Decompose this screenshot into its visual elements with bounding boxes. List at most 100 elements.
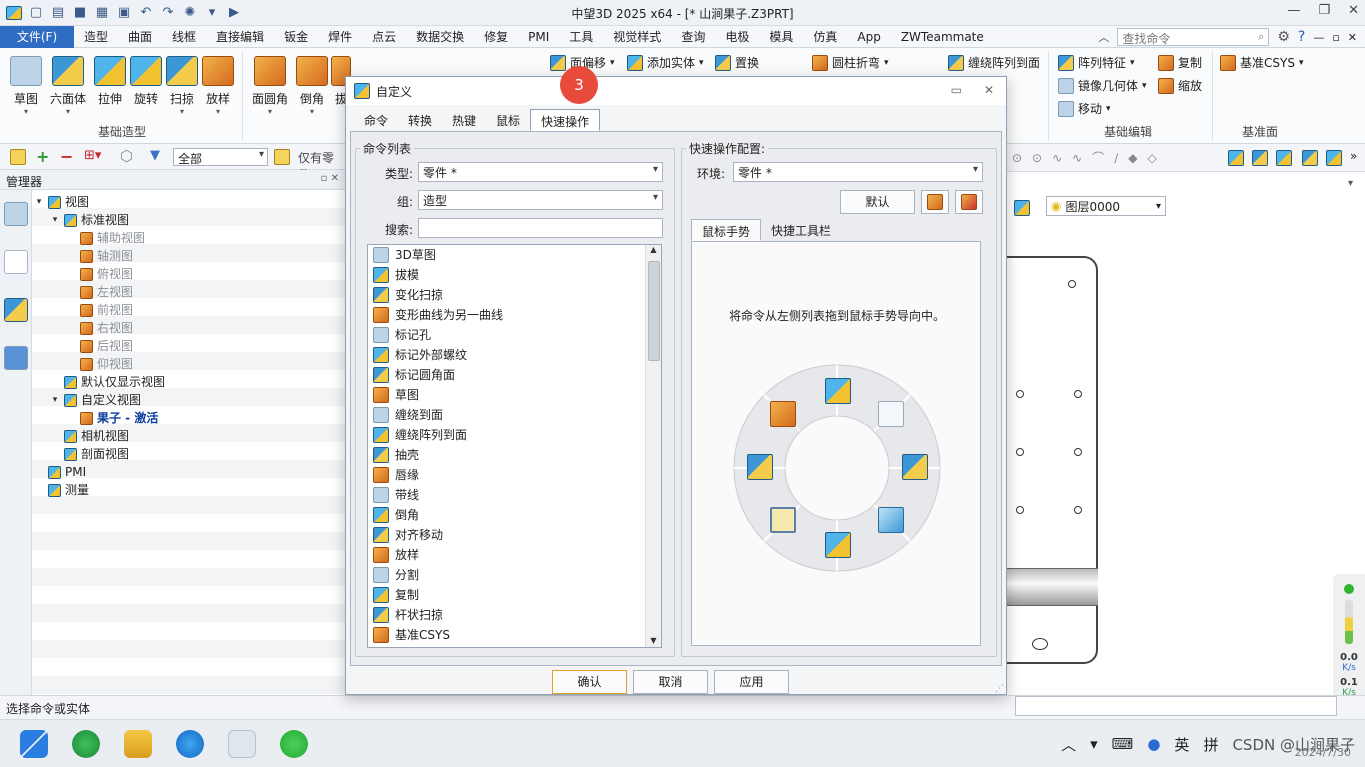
tree-item[interactable]: ▾ 标准视图 bbox=[50, 211, 129, 229]
ime-mode[interactable]: 拼 bbox=[1203, 734, 1218, 755]
gesture-slot-left-icon[interactable] bbox=[747, 454, 773, 480]
parts-only-toggle-icon[interactable] bbox=[274, 149, 290, 165]
tab-quick-toolbar[interactable]: 快捷工具栏 bbox=[761, 219, 841, 241]
tab-query[interactable]: 查询 bbox=[671, 26, 715, 48]
tree-item[interactable]: 右视图 bbox=[66, 319, 133, 337]
help-icon[interactable]: ? bbox=[1298, 29, 1305, 45]
selection-filter-select[interactable]: 全部 bbox=[173, 148, 268, 166]
gesture-slot-bottom-right-icon[interactable] bbox=[878, 507, 904, 533]
scroll-up-icon[interactable]: ▲ bbox=[646, 245, 661, 254]
user-icon[interactable] bbox=[4, 346, 28, 370]
close-doc-icon[interactable]: ✕ bbox=[1348, 31, 1357, 44]
expand-toggle-icon[interactable]: ▾ bbox=[34, 193, 44, 211]
wechat-icon[interactable] bbox=[280, 730, 308, 758]
command-search-field[interactable] bbox=[418, 218, 663, 238]
gesture-slot-bottom-left-icon[interactable] bbox=[770, 507, 796, 533]
tab-convert[interactable]: 转换 bbox=[398, 109, 442, 131]
print-preview-icon[interactable]: ▣ bbox=[116, 6, 132, 20]
command-list-item[interactable]: 拔模 bbox=[368, 265, 661, 285]
ok-button[interactable]: 确认 bbox=[552, 670, 627, 694]
print-icon[interactable]: ▦ bbox=[94, 6, 110, 20]
minimize-icon[interactable]: — bbox=[1287, 3, 1300, 18]
tree-item[interactable]: 辅助视图 bbox=[66, 229, 145, 247]
expand-toggle-icon[interactable]: ▾ bbox=[50, 391, 60, 409]
cancel-button[interactable]: 取消 bbox=[633, 670, 708, 694]
tree-item[interactable]: 剖面视图 bbox=[50, 445, 129, 463]
tab-quick-actions[interactable]: 快速操作 bbox=[530, 109, 601, 131]
tree-item[interactable]: 果子 - 激活 bbox=[66, 409, 158, 427]
tab-mouse-gesture[interactable]: 鼠标手势 bbox=[691, 219, 762, 241]
command-list-item[interactable]: 基准CSYS bbox=[368, 625, 661, 645]
file-menu[interactable]: 文件(F) bbox=[0, 25, 74, 48]
tab-hotkeys[interactable]: 热键 bbox=[442, 109, 486, 131]
section-icon[interactable] bbox=[1302, 150, 1318, 166]
browser-e-green-icon[interactable] bbox=[72, 730, 100, 758]
tab-sheet-metal[interactable]: 钣金 bbox=[274, 26, 318, 48]
tray-app-icon[interactable]: ▾ bbox=[1090, 735, 1098, 753]
tree-item[interactable]: 轴测图 bbox=[66, 247, 133, 265]
gesture-slot-right-icon[interactable] bbox=[902, 454, 928, 480]
command-list-item[interactable]: 标记孔 bbox=[368, 325, 661, 345]
tab-pmi[interactable]: PMI bbox=[518, 26, 559, 48]
model-part[interactable] bbox=[1006, 256, 1098, 664]
gear-icon[interactable]: ⚙ bbox=[1277, 29, 1290, 45]
clock-date[interactable]: 2024/7/30 bbox=[1295, 746, 1351, 759]
fillet-button[interactable]: 面圆角 ▾ bbox=[250, 56, 290, 116]
close-icon[interactable]: ✕ bbox=[1348, 3, 1359, 18]
run-icon[interactable]: ▶ bbox=[226, 6, 242, 20]
shade-icon[interactable] bbox=[1228, 150, 1244, 166]
save-icon[interactable]: ■ bbox=[72, 6, 88, 20]
collapse-ribbon-icon[interactable]: ︿ bbox=[1098, 29, 1109, 45]
undo-icon[interactable]: ↶ bbox=[138, 6, 154, 20]
layer-manager-icon[interactable] bbox=[1014, 200, 1030, 216]
hexagon-icon[interactable]: ⬡ bbox=[120, 147, 133, 165]
dialog-title-bar[interactable]: 自定义 bbox=[346, 77, 1006, 105]
view-tool-icons[interactable]: ⊙⊙∿∿⌒∕◆◇ bbox=[1012, 149, 1167, 166]
command-list-item[interactable]: 对齐移动 bbox=[368, 525, 661, 545]
tray-expand-icon[interactable]: ︿ bbox=[1061, 734, 1076, 755]
command-list-item[interactable]: 草图 bbox=[368, 385, 661, 405]
tab-repair[interactable]: 修复 bbox=[474, 26, 518, 48]
tab-visual-style[interactable]: 视觉样式 bbox=[603, 26, 671, 48]
resize-grip-icon[interactable]: ⋰ bbox=[995, 684, 1004, 694]
loft-button[interactable]: 放样 ▾ bbox=[198, 56, 238, 116]
command-search-input[interactable]: 查找命令 ⌕ bbox=[1117, 28, 1270, 46]
command-list-item[interactable]: 倒角 bbox=[368, 505, 661, 525]
scroll-down-icon[interactable]: ▼ bbox=[646, 636, 661, 645]
command-list-item[interactable]: 抽壳 bbox=[368, 445, 661, 465]
view-manager-icon[interactable] bbox=[4, 250, 28, 274]
filter-box-icon[interactable]: ⊞▾ bbox=[84, 148, 101, 163]
tab-tools[interactable]: 工具 bbox=[559, 26, 603, 48]
expand-toggle-icon[interactable]: ▾ bbox=[50, 211, 60, 229]
windows-start-icon[interactable] bbox=[20, 730, 48, 758]
tab-mouse[interactable]: 鼠标 bbox=[486, 109, 530, 131]
tab-direct-edit[interactable]: 直接编辑 bbox=[206, 26, 274, 48]
type-select[interactable]: 零件 * bbox=[418, 162, 663, 182]
filter-funnel-icon[interactable]: ▼ bbox=[150, 148, 160, 163]
command-list-item[interactable]: 变化扫掠 bbox=[368, 285, 661, 305]
add-icon[interactable]: + bbox=[36, 147, 49, 166]
command-list-item[interactable]: 变形曲线为另一曲线 bbox=[368, 305, 661, 325]
command-list-item[interactable]: 复制 bbox=[368, 585, 661, 605]
tree-item[interactable]: 俯视图 bbox=[66, 265, 133, 283]
minimize-doc-icon[interactable]: — bbox=[1313, 31, 1324, 44]
tab-surface[interactable]: 曲面 bbox=[118, 26, 162, 48]
tree-item[interactable]: 前视图 bbox=[66, 301, 133, 319]
tree-item[interactable]: ▾ 视图 bbox=[34, 193, 89, 211]
revolve-button[interactable]: 旋转 bbox=[126, 56, 166, 107]
microphone-icon[interactable]: ● bbox=[1147, 735, 1160, 753]
box-button[interactable]: 六面体 ▾ bbox=[48, 56, 88, 116]
copy-button[interactable]: 复制 bbox=[1158, 54, 1202, 71]
command-list-item[interactable]: 标记圆角面 bbox=[368, 365, 661, 385]
datum-csys-button[interactable]: 基准CSYS ▾ bbox=[1220, 54, 1303, 71]
tab-data-exchange[interactable]: 数据交换 bbox=[406, 26, 474, 48]
command-list-item[interactable]: 标记外部螺纹 bbox=[368, 345, 661, 365]
tree-item[interactable]: PMI bbox=[34, 463, 86, 481]
tree-item[interactable]: ▾ 自定义视图 bbox=[50, 391, 141, 409]
move-button[interactable]: 移动 ▾ bbox=[1058, 100, 1111, 117]
command-list-item[interactable]: 杆状扫掠 bbox=[368, 605, 661, 625]
dialog-close-icon[interactable]: ✕ bbox=[984, 83, 994, 97]
edge-browser-icon[interactable] bbox=[176, 730, 204, 758]
zw3d-app-icon[interactable] bbox=[228, 730, 256, 758]
tab-app[interactable]: App bbox=[847, 26, 890, 48]
